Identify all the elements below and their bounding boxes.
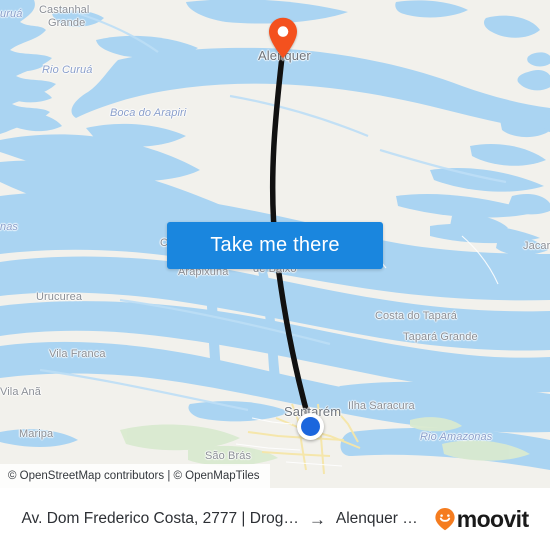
moovit-pin-icon — [435, 508, 455, 531]
destination-pin-icon[interactable] — [268, 17, 298, 59]
origin-location-dot[interactable] — [297, 413, 324, 440]
origin-dot-inner — [301, 417, 320, 436]
moovit-brand-text: moovit — [456, 505, 529, 532]
trip-destination-label: Alenquer … — [335, 510, 418, 527]
arrow-right-icon: → — [308, 509, 326, 529]
trip-summary-bar: Av. Dom Frederico Costa, 2777 | Drog… → … — [0, 488, 550, 550]
map-attribution-text: © OpenStreetMap contributors | © OpenMap… — [8, 470, 260, 482]
map-canvas[interactable]: uruá Castanhal Grande Rio Curuá Boca do Arap… — [0, 0, 550, 488]
moovit-route-card: uruá Castanhal Grande Rio Curuá Boca do Arap… — [0, 0, 550, 550]
trip-origin-label: Av. Dom Frederico Costa, 2777 | Drog… — [21, 510, 299, 527]
map-attribution[interactable]: © OpenStreetMap contributors | © OpenMap… — [0, 464, 270, 488]
take-me-there-button[interactable]: Take me there — [167, 222, 383, 269]
moovit-logo[interactable]: moovit — [434, 506, 529, 533]
